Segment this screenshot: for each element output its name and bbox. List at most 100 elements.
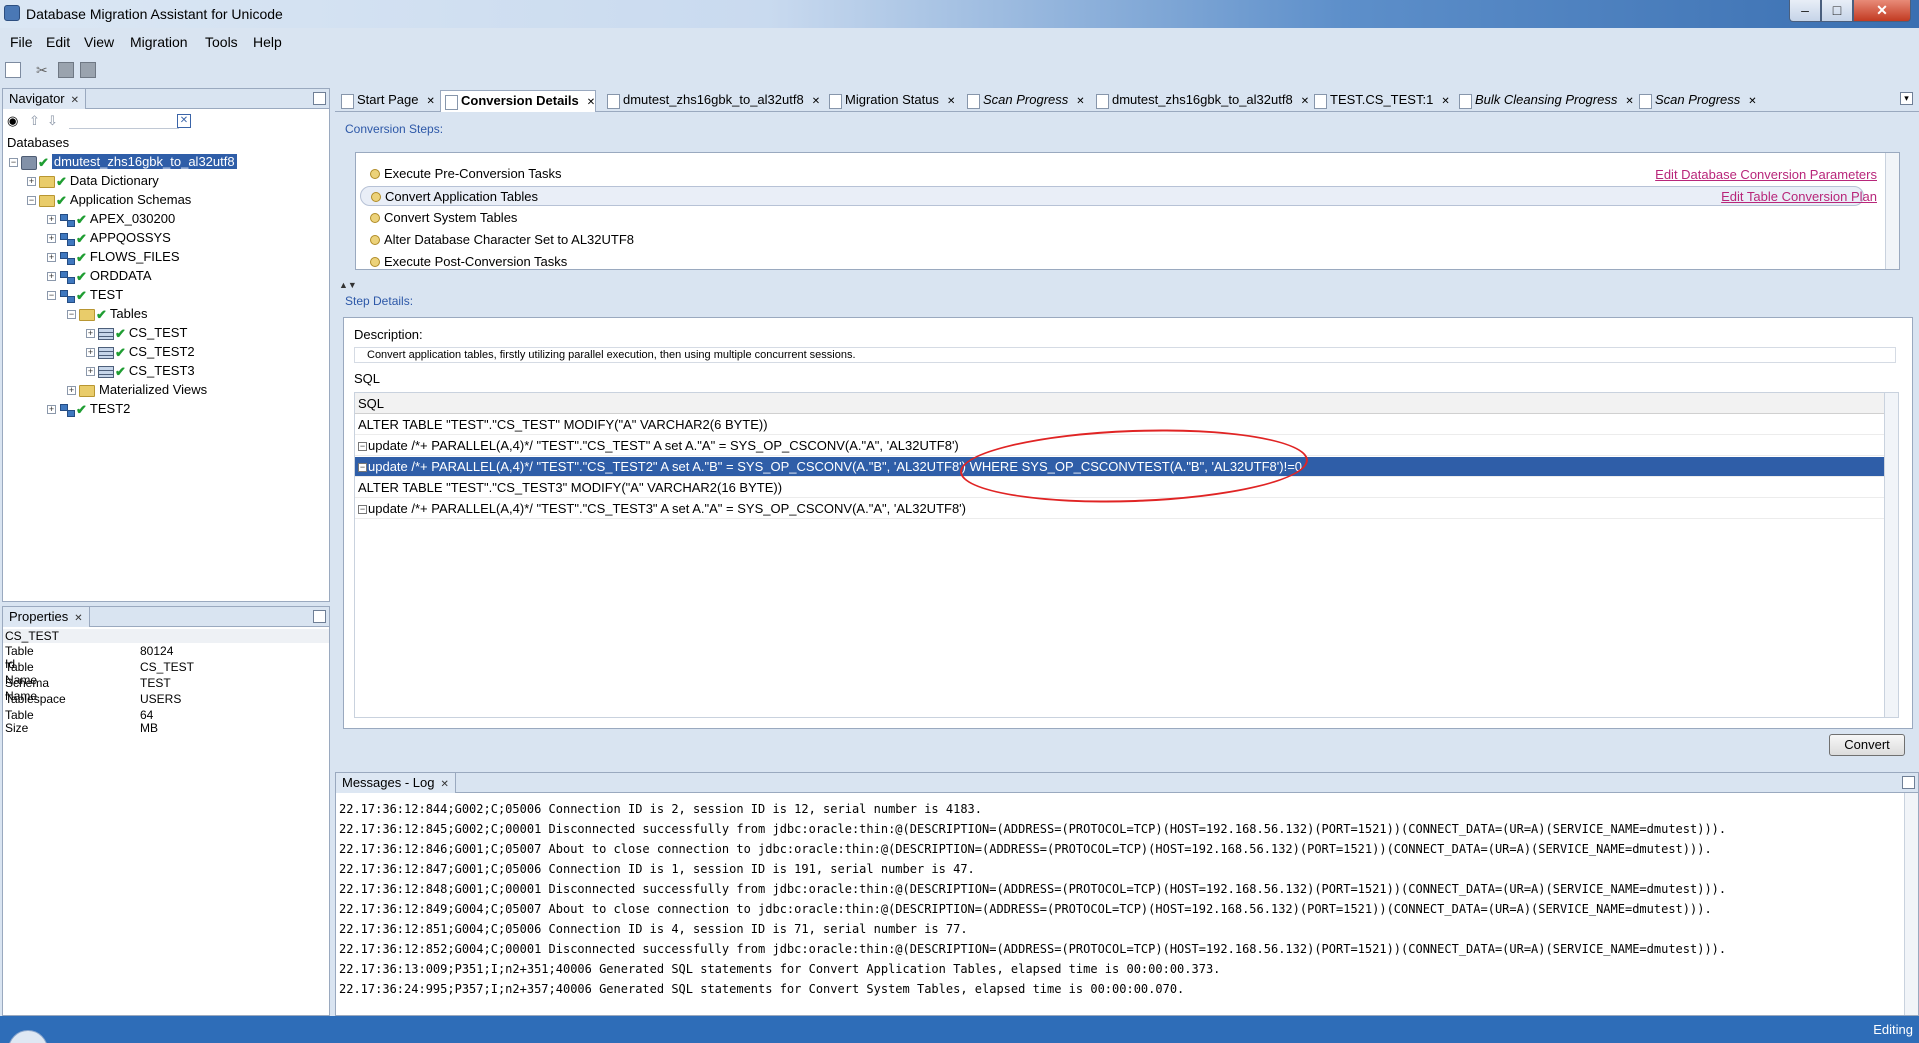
log-line: 22.17:36:13:009;P351;I;n2+351;40006 Gene…: [339, 962, 1221, 976]
step-alter-charset[interactable]: Alter Database Character Set to AL32UTF8: [360, 230, 1864, 250]
start-orb-icon[interactable]: [8, 1030, 48, 1043]
tree-schema-test2[interactable]: + ✔ TEST2: [47, 400, 130, 418]
down-arrow-icon[interactable]: ⇩: [47, 113, 58, 129]
tree-schema-test[interactable]: − ✔ TEST: [47, 286, 123, 304]
convert-button[interactable]: Convert: [1829, 734, 1905, 756]
tab-properties[interactable]: Properties ✕: [3, 607, 90, 627]
collapse-icon[interactable]: −: [358, 463, 367, 473]
tree-schema-appqossys[interactable]: + ✔ APPQOSSYS: [47, 229, 171, 247]
minimize-panel-icon[interactable]: [313, 610, 326, 623]
schema-icon: [59, 232, 75, 247]
editor-tabs: Start Page ✕ Conversion Details ✕ dmutest_…: [335, 88, 1919, 112]
collapse-icon[interactable]: −: [358, 442, 367, 452]
binoculars-icon[interactable]: ◉: [7, 113, 18, 129]
close-tab-icon[interactable]: ✕: [441, 779, 449, 790]
tab-messages-log[interactable]: Messages - Log ✕: [336, 773, 456, 793]
collapse-icon[interactable]: −: [9, 158, 18, 168]
maximize-button[interactable]: □: [1821, 0, 1853, 22]
tree-table-cs-test2[interactable]: + ✔ CS_TEST2: [86, 343, 195, 361]
tree-application-schemas[interactable]: − ✔ Application Schemas: [27, 191, 191, 209]
tree-databases[interactable]: Databases: [7, 134, 69, 152]
tab-database-2[interactable]: dmutest_zhs16gbk_to_al32utf8 ✕: [1092, 90, 1309, 112]
step-convert-application-tables[interactable]: Convert Application Tables: [360, 186, 1864, 206]
close-tab-icon[interactable]: ✕: [1441, 96, 1449, 107]
close-tab-icon[interactable]: ✕: [587, 97, 595, 108]
menu-help[interactable]: Help: [253, 34, 282, 50]
close-tab-icon[interactable]: ✕: [1301, 96, 1309, 107]
tree-materialized-views[interactable]: + Materialized Views: [67, 381, 207, 399]
up-arrow-icon[interactable]: ⇧: [29, 113, 40, 129]
tab-migration-status[interactable]: Migration Status ✕: [825, 90, 955, 112]
close-tab-icon[interactable]: ✕: [74, 613, 82, 624]
edit-table-conversion-plan-link[interactable]: Edit Table Conversion Plan: [1721, 189, 1877, 204]
messages-panel: Messages - Log ✕ 22.17:36:12:844;G002;C;0…: [335, 772, 1919, 1016]
conversion-steps-list: Execute Pre-Conversion Tasks Convert App…: [355, 152, 1900, 270]
database-icon: [21, 155, 37, 170]
status-bar: Editing: [0, 1016, 1919, 1043]
new-connection-icon[interactable]: [5, 62, 21, 78]
tree-schema-orddata[interactable]: + ✔ ORDDATA: [47, 267, 152, 285]
tab-cs-test[interactable]: TEST.CS_TEST:1 ✕: [1310, 90, 1450, 112]
tab-database[interactable]: dmutest_zhs16gbk_to_al32utf8 ✕: [603, 90, 820, 112]
status-text: Editing: [1873, 1022, 1913, 1037]
close-button[interactable]: ✕: [1853, 0, 1911, 22]
menu-migration[interactable]: Migration: [130, 34, 188, 50]
minimize-panel-icon[interactable]: [1902, 776, 1915, 789]
step-post-conversion[interactable]: Execute Post-Conversion Tasks: [360, 252, 1864, 272]
close-tab-icon[interactable]: ✕: [426, 96, 434, 107]
tree-table-cs-test3[interactable]: + ✔ CS_TEST3: [86, 362, 195, 380]
table-icon: [98, 346, 114, 359]
tab-bulk-cleansing-progress[interactable]: Bulk Cleansing Progress ✕: [1455, 90, 1634, 112]
tab-list-icon[interactable]: ▾: [1900, 92, 1913, 105]
splitter-arrows[interactable]: ▲▼: [339, 280, 357, 290]
menu-file[interactable]: File: [10, 34, 33, 50]
tree-table-cs-test[interactable]: + ✔ CS_TEST: [86, 324, 187, 342]
schema-icon: [59, 403, 75, 418]
cut-icon[interactable]: ✂: [36, 62, 52, 78]
tree-tables[interactable]: − ✔ Tables: [67, 305, 147, 323]
close-tab-icon[interactable]: ✕: [1748, 96, 1756, 107]
menu-bar: File Edit View Migration Tools Help: [0, 28, 1919, 56]
tree-schema-apex[interactable]: + ✔ APEX_030200: [47, 210, 175, 228]
log-line: 22.17:36:12:847;G001;C;05006 Connection …: [339, 862, 975, 876]
properties-header: CS_TEST: [3, 629, 329, 643]
navigator-panel: Navigator ✕ ◉ ⇧ ⇩ ✕ Databases − ✔ dmutest_z…: [2, 88, 330, 602]
menu-view[interactable]: View: [84, 34, 114, 50]
tab-scan-progress[interactable]: Scan Progress ✕: [963, 90, 1085, 112]
folder-icon: [39, 194, 55, 207]
close-tab-icon[interactable]: ✕: [812, 96, 820, 107]
tab-start-page[interactable]: Start Page ✕: [337, 90, 435, 112]
log-line: 22.17:36:24:995;P357;I;n2+357;40006 Gene…: [339, 982, 1185, 996]
menu-edit[interactable]: Edit: [46, 34, 70, 50]
tab-scan-progress-2[interactable]: Scan Progress ✕: [1635, 90, 1757, 112]
tree-db[interactable]: − ✔ dmutest_zhs16gbk_to_al32utf8: [9, 153, 237, 171]
step-convert-system-tables[interactable]: Convert System Tables: [360, 208, 1864, 228]
description-label: Description:: [354, 327, 423, 342]
steps-scrollbar[interactable]: [1885, 153, 1899, 269]
tree-schema-flows-files[interactable]: + ✔ FLOWS_FILES: [47, 248, 179, 266]
close-tab-icon[interactable]: ✕: [1076, 96, 1084, 107]
menu-tools[interactable]: Tools: [205, 34, 238, 50]
properties-panel: Properties ✕ CS_TEST Table Id 80124 Table …: [2, 606, 330, 1016]
copy-icon[interactable]: [58, 62, 74, 78]
tab-navigator[interactable]: Navigator ✕: [3, 89, 87, 109]
table-icon: [98, 327, 114, 340]
minimize-button[interactable]: –: [1789, 0, 1821, 22]
filter-input[interactable]: [69, 113, 179, 129]
step-pre-conversion[interactable]: Execute Pre-Conversion Tasks: [360, 164, 1864, 184]
close-tab-icon[interactable]: ✕: [1625, 96, 1633, 107]
clear-filter-icon[interactable]: ✕: [177, 114, 191, 128]
description-text: Convert application tables, firstly util…: [354, 347, 1896, 363]
close-tab-icon[interactable]: ✕: [71, 95, 79, 106]
tree-data-dictionary[interactable]: + ✔ Data Dictionary: [27, 172, 159, 190]
paste-icon[interactable]: [80, 62, 96, 78]
messages-scrollbar[interactable]: [1904, 793, 1918, 1015]
collapse-icon[interactable]: −: [358, 505, 367, 515]
tab-conversion-details[interactable]: Conversion Details ✕: [440, 90, 597, 112]
app-icon: [4, 5, 20, 21]
sql-scrollbar[interactable]: [1884, 393, 1898, 717]
minimize-panel-icon[interactable]: [313, 92, 326, 105]
edit-database-conversion-parameters-link[interactable]: Edit Database Conversion Parameters: [1655, 167, 1877, 182]
conversion-steps-label: Conversion Steps:: [345, 122, 444, 136]
close-tab-icon[interactable]: ✕: [947, 96, 955, 107]
